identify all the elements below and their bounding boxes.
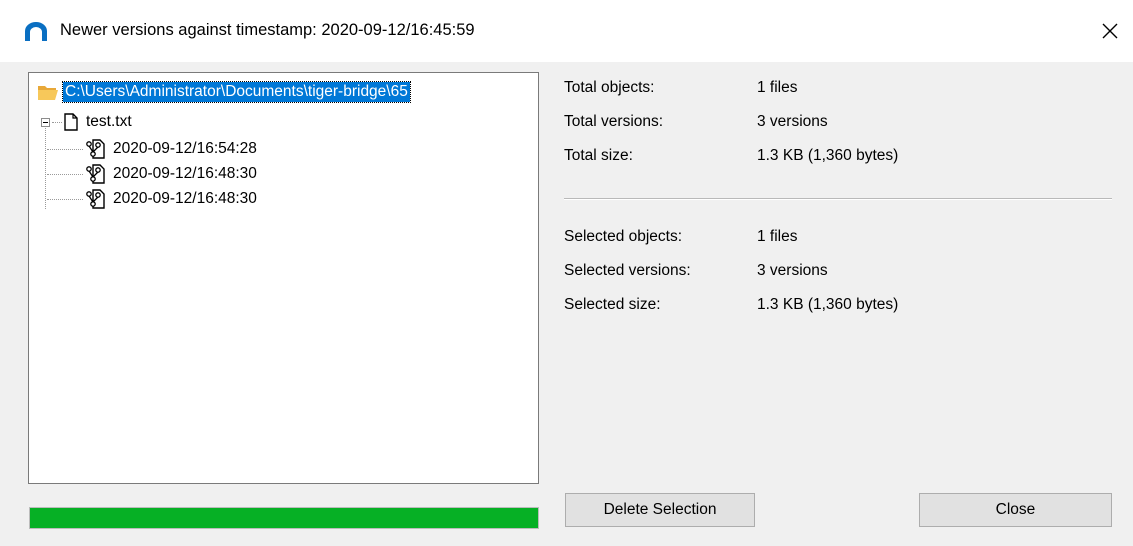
section-divider: [564, 198, 1112, 200]
tree-version-node[interactable]: 2020-09-12/16:48:30: [47, 188, 257, 210]
tree-file-label: test.txt: [86, 113, 132, 130]
total-versions-label: Total versions:: [564, 113, 664, 130]
total-size-label: Total size:: [564, 147, 633, 164]
close-icon: [1102, 23, 1118, 39]
tree-root-label: C:\Users\Administrator\Documents\tiger-b…: [62, 81, 411, 103]
version-icon: [86, 164, 105, 184]
versions-tree[interactable]: C:\Users\Administrator\Documents\tiger-b…: [28, 72, 539, 484]
selected-versions-value: 3 versions: [757, 262, 828, 279]
close-button[interactable]: Close: [919, 493, 1112, 527]
selected-size-label: Selected size:: [564, 296, 661, 313]
progress-bar: [29, 507, 539, 529]
selected-objects-value: 1 files: [757, 228, 798, 245]
total-objects-value: 1 files: [757, 79, 798, 96]
tree-version-node[interactable]: 2020-09-12/16:54:28: [47, 138, 257, 160]
tree-version-node[interactable]: 2020-09-12/16:48:30: [47, 163, 257, 185]
collapse-toggle-icon[interactable]: [41, 117, 50, 127]
window-title: Newer versions against timestamp: 2020-0…: [60, 21, 475, 39]
tree-version-label: 2020-09-12/16:48:30: [113, 165, 257, 182]
tree-file-node[interactable]: test.txt: [41, 111, 132, 133]
progress-fill: [30, 508, 538, 528]
tree-connector: [52, 121, 62, 123]
tree-connector: [47, 149, 83, 150]
tree-connector: [47, 199, 83, 200]
selected-size-value: 1.3 KB (1,360 bytes): [757, 296, 899, 313]
tiger-bridge-arch-icon: [25, 22, 47, 41]
window-close-button[interactable]: [1087, 0, 1133, 62]
total-size-value: 1.3 KB (1,360 bytes): [757, 147, 899, 164]
folder-open-icon: [38, 86, 58, 100]
selected-objects-label: Selected objects:: [564, 228, 683, 245]
version-icon: [86, 189, 105, 209]
title-bar: Newer versions against timestamp: 2020-0…: [0, 0, 1133, 62]
tree-root-node[interactable]: C:\Users\Administrator\Documents\tiger-b…: [37, 80, 411, 104]
file-icon: [64, 113, 78, 131]
tree-connector: [47, 174, 83, 175]
version-icon: [86, 139, 105, 159]
tree-connector: [45, 123, 46, 209]
selected-versions-label: Selected versions:: [564, 262, 691, 279]
delete-selection-button[interactable]: Delete Selection: [565, 493, 755, 527]
tree-version-label: 2020-09-12/16:54:28: [113, 140, 257, 157]
total-objects-label: Total objects:: [564, 79, 655, 96]
tree-version-label: 2020-09-12/16:48:30: [113, 190, 257, 207]
total-versions-value: 3 versions: [757, 113, 828, 130]
